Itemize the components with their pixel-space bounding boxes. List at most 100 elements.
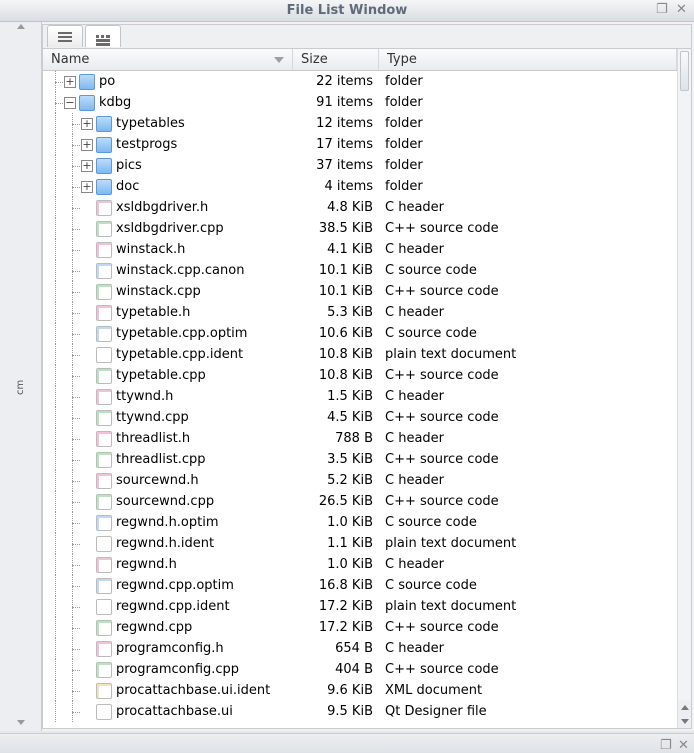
file-name-label: procattachbase.ui — [116, 704, 233, 719]
file-row[interactable]: regwnd.h1.0 KiBC header — [43, 554, 677, 575]
scrollbar-thumb[interactable] — [680, 51, 689, 91]
file-name-cell: +doc — [47, 176, 293, 197]
file-name-cell: typetable.h — [47, 302, 293, 323]
file-type-cell: folder — [379, 158, 677, 173]
file-row[interactable]: +pics37 itemsfolder — [43, 155, 677, 176]
file-row[interactable]: procattachbase.ui.ident9.6 KiBXML docume… — [43, 680, 677, 701]
close-icon[interactable]: ✕ — [676, 2, 690, 16]
file-icon — [96, 431, 112, 447]
expand-icon[interactable]: + — [81, 139, 93, 151]
scroll-up-button[interactable] — [678, 700, 691, 714]
file-row[interactable]: winstack.h4.1 KiBC header — [43, 239, 677, 260]
file-name-label: regwnd.cpp.ident — [116, 599, 230, 614]
file-row[interactable]: procattachbase.ui9.5 KiBQt Designer file — [43, 701, 677, 722]
column-header-name[interactable]: Name — [43, 49, 293, 70]
restore-icon[interactable]: ❐ — [656, 2, 670, 16]
file-name-cell: programconfig.h — [47, 638, 293, 659]
file-name-cell: winstack.h — [47, 239, 293, 260]
file-name-cell: ttywnd.h — [47, 386, 293, 407]
file-row[interactable]: winstack.cpp10.1 KiBC++ source code — [43, 281, 677, 302]
column-header-type[interactable]: Type — [379, 49, 677, 70]
details-view-icon — [96, 35, 110, 38]
file-row[interactable]: regwnd.cpp17.2 KiBC++ source code — [43, 617, 677, 638]
file-name-label: regwnd.h — [116, 557, 177, 572]
file-type-cell: C header — [379, 557, 677, 572]
file-row[interactable]: typetable.cpp10.8 KiBC++ source code — [43, 365, 677, 386]
vertical-scrollbar[interactable] — [677, 49, 691, 728]
file-row[interactable]: regwnd.h.ident1.1 KiBplain text document — [43, 533, 677, 554]
collapse-icon[interactable]: − — [64, 97, 76, 109]
file-row[interactable]: regwnd.cpp.optim 16.8 KiBC source code — [43, 575, 677, 596]
file-row[interactable]: programconfig.h654 BC header — [43, 638, 677, 659]
file-row[interactable]: ttywnd.cpp4.5 KiBC++ source code — [43, 407, 677, 428]
file-row[interactable]: +typetables12 itemsfolder — [43, 113, 677, 134]
file-row[interactable]: −kdbg91 itemsfolder — [43, 92, 677, 113]
close-bottom-icon[interactable]: ✕ — [678, 738, 690, 750]
column-header-size[interactable]: Size — [293, 49, 379, 70]
file-row[interactable]: programconfig.cpp404 BC++ source code — [43, 659, 677, 680]
file-row[interactable]: xsldbgdriver.h4.8 KiBC header — [43, 197, 677, 218]
file-name-cell: xsldbgdriver.cpp — [47, 218, 293, 239]
file-icon — [96, 452, 112, 468]
file-row[interactable]: +testprogs17 itemsfolder — [43, 134, 677, 155]
file-type-cell: C source code — [379, 515, 677, 530]
restore-bottom-icon[interactable]: ❐ — [660, 738, 672, 750]
file-size-cell: 17 items — [293, 137, 379, 152]
file-name-label: sourcewnd.h — [116, 473, 199, 488]
file-size-cell: 404 B — [293, 662, 379, 677]
file-icon — [96, 263, 112, 279]
file-name-label: sourcewnd.cpp — [116, 494, 214, 509]
file-size-cell: 17.2 KiB — [293, 620, 379, 635]
file-row[interactable]: typetable.h5.3 KiBC header — [43, 302, 677, 323]
expand-icon[interactable]: + — [81, 118, 93, 130]
view-tab-list[interactable] — [47, 25, 83, 47]
file-icon — [96, 620, 112, 636]
file-name-cell: regwnd.h.optim — [47, 512, 293, 533]
list-view-icon — [58, 32, 72, 42]
file-row[interactable]: xsldbgdriver.cpp38.5 KiBC++ source code — [43, 218, 677, 239]
file-row[interactable]: threadlist.cpp3.5 KiBC++ source code — [43, 449, 677, 470]
file-type-cell: C header — [379, 473, 677, 488]
sidepanel-scroll-down-icon[interactable] — [17, 720, 25, 725]
file-type-cell: C source code — [379, 578, 677, 593]
expand-icon[interactable]: + — [64, 76, 76, 88]
file-icon — [96, 221, 112, 237]
file-row[interactable]: ttywnd.h1.5 KiBC header — [43, 386, 677, 407]
file-size-cell: 5.2 KiB — [293, 473, 379, 488]
file-name-label: ttywnd.h — [116, 389, 173, 404]
file-row[interactable]: typetable.cpp.optim10.6 KiBC source code — [43, 323, 677, 344]
file-name-cell: winstack.cpp.canon — [47, 260, 293, 281]
file-name-cell: programconfig.cpp — [47, 659, 293, 680]
file-type-cell: C header — [379, 305, 677, 320]
file-row[interactable]: regwnd.h.optim1.0 KiBC source code — [43, 512, 677, 533]
file-size-cell: 3.5 KiB — [293, 452, 379, 467]
sidepanel-scroll-up-icon[interactable] — [17, 24, 25, 29]
file-type-cell: C header — [379, 242, 677, 257]
column-header-row: Name Size Type — [43, 49, 677, 71]
file-type-cell: C++ source code — [379, 452, 677, 467]
file-name-label: ttywnd.cpp — [116, 410, 189, 425]
file-row[interactable]: +po22 itemsfolder — [43, 71, 677, 92]
file-type-cell: folder — [379, 95, 677, 110]
file-icon — [96, 410, 112, 426]
file-row[interactable]: regwnd.cpp.ident17.2 KiBplain text docum… — [43, 596, 677, 617]
file-row[interactable]: sourcewnd.cpp26.5 KiBC++ source code — [43, 491, 677, 512]
file-row[interactable]: winstack.cpp.canon10.1 KiBC source code — [43, 260, 677, 281]
file-size-cell: 4.5 KiB — [293, 410, 379, 425]
file-size-cell: 16.8 KiB — [293, 578, 379, 593]
expand-icon[interactable]: + — [81, 160, 93, 172]
scroll-down-button[interactable] — [678, 714, 691, 728]
file-name-label: po — [99, 74, 115, 89]
expand-icon[interactable]: + — [81, 181, 93, 193]
file-row[interactable]: +doc4 itemsfolder — [43, 176, 677, 197]
file-type-cell: folder — [379, 137, 677, 152]
file-row[interactable]: sourcewnd.h 5.2 KiBC header — [43, 470, 677, 491]
file-size-cell: 5.3 KiB — [293, 305, 379, 320]
view-tab-details[interactable] — [85, 25, 121, 47]
file-name-cell: typetable.cpp.optim — [47, 323, 293, 344]
file-row[interactable]: typetable.cpp.ident10.8 KiBplain text do… — [43, 344, 677, 365]
file-name-cell: regwnd.cpp.ident — [47, 596, 293, 617]
file-size-cell: 4.8 KiB — [293, 200, 379, 215]
file-name-label: regwnd.cpp.optim — [116, 578, 234, 593]
file-row[interactable]: threadlist.h788 BC header — [43, 428, 677, 449]
